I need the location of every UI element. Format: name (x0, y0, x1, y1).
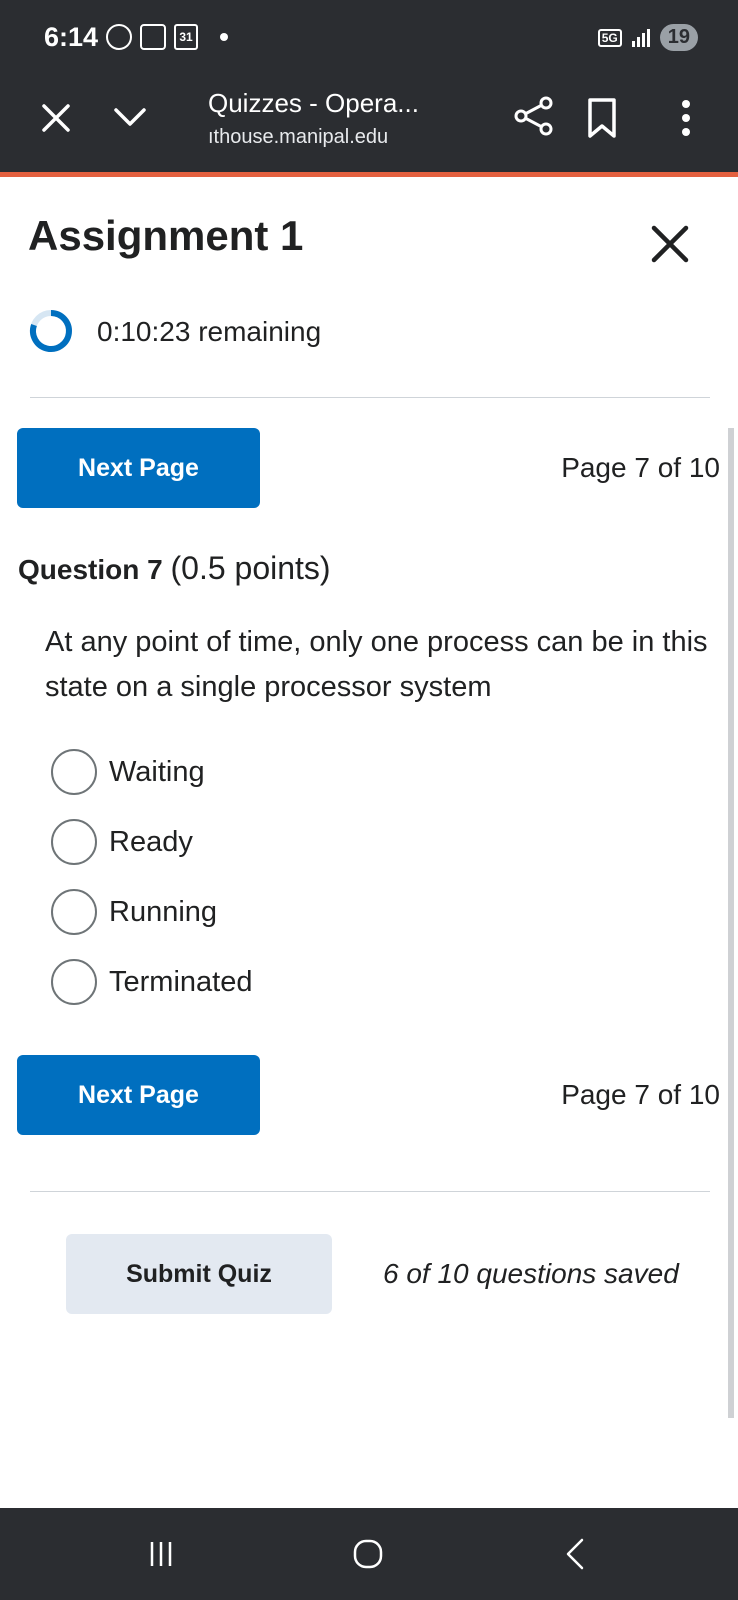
answer-option-label[interactable]: Ready (109, 826, 193, 859)
divider (30, 1191, 710, 1192)
status-bar: 6:14 31 5G 19 (0, 0, 738, 78)
bookmark-icon[interactable] (582, 96, 622, 140)
radio-button[interactable] (51, 749, 97, 795)
question-points: (0.5 points) (170, 550, 331, 586)
network-5g-icon: 5G (597, 28, 622, 47)
timer-remaining: 0:10:23 remaining (97, 316, 322, 347)
answer-option-label[interactable]: Waiting (109, 756, 205, 789)
recents-icon[interactable] (146, 1538, 176, 1570)
back-icon[interactable] (558, 1536, 594, 1572)
close-quiz-icon[interactable] (648, 222, 692, 266)
submit-quiz-button[interactable]: Submit Quiz (66, 1234, 332, 1314)
question-text: At any point of time, only one process c… (45, 626, 708, 703)
answer-option-terminated[interactable]: Terminated (51, 958, 252, 1006)
question-header: Question 7 (0.5 points) (18, 550, 331, 587)
page-indicator-bottom: Page 7 of 10 (561, 1079, 720, 1110)
divider (30, 397, 710, 398)
answer-option-label[interactable]: Running (109, 896, 217, 929)
browser-url[interactable]: ıthouse.manipal.edu (208, 126, 388, 149)
battery-icon: 19 (659, 24, 698, 51)
radio-button[interactable] (51, 959, 97, 1005)
radio-button[interactable] (51, 889, 97, 935)
saved-status: 6 of 10 questions saved (383, 1258, 679, 1289)
answer-option-ready[interactable]: Ready (51, 818, 193, 866)
signal-icon (631, 28, 650, 47)
home-icon[interactable] (350, 1536, 386, 1572)
page-indicator: Page 7 of 10 (561, 452, 720, 483)
next-page-button[interactable]: Next Page (17, 428, 260, 508)
notification-dot (220, 33, 228, 41)
page-title: Assignment 1 (28, 212, 304, 259)
system-nav-bar (0, 1508, 738, 1600)
browser-accent-line (0, 172, 738, 177)
status-time: 6:14 (44, 22, 99, 52)
question-number: Question 7 (18, 554, 163, 585)
share-icon[interactable] (512, 94, 556, 138)
close-icon[interactable] (36, 98, 76, 138)
scrollbar[interactable] (728, 428, 734, 1418)
status-system-icons: 5G 19 (597, 24, 698, 51)
status-notification-icons: 31 (106, 24, 228, 50)
browser-toolbar: Quizzes - Opera... ıthouse.manipal.edu (0, 78, 738, 172)
screenshot-icon (140, 24, 166, 50)
chevron-down-icon[interactable] (110, 98, 150, 138)
radio-button[interactable] (51, 819, 97, 865)
calendar-icon: 31 (174, 24, 198, 50)
answer-option-running[interactable]: Running (51, 888, 217, 936)
answer-option-waiting[interactable]: Waiting (51, 748, 205, 796)
whatsapp-icon (106, 24, 132, 50)
more-vert-icon[interactable] (668, 96, 704, 140)
timer-progress-icon (29, 310, 72, 352)
browser-page-title: Quizzes - Opera... (208, 88, 419, 118)
answer-option-label[interactable]: Terminated (109, 966, 252, 999)
next-page-button-bottom[interactable]: Next Page (17, 1055, 260, 1135)
